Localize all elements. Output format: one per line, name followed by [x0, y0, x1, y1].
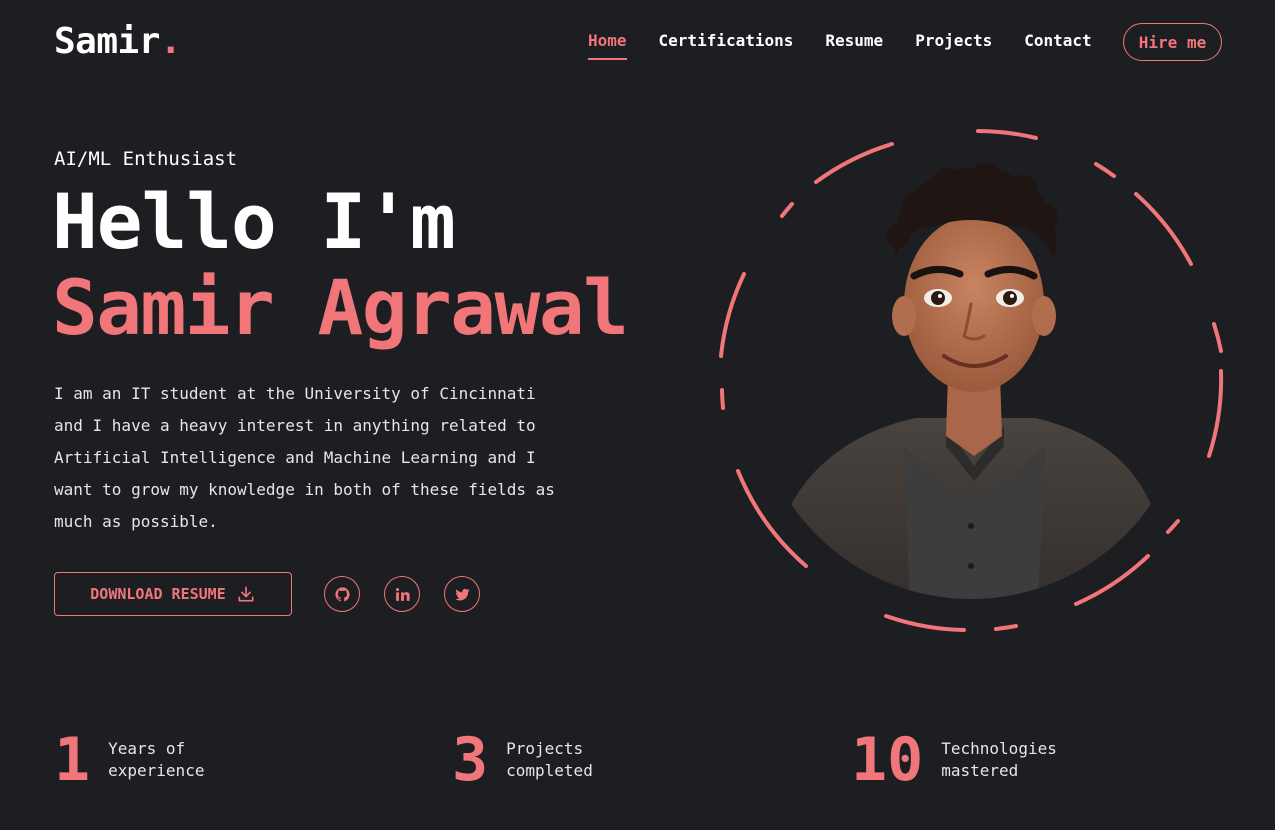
hero-greeting: Hello I'm — [52, 177, 456, 266]
twitter-link[interactable] — [444, 576, 480, 612]
site-header: Samir. Home Certifications Resume Projec… — [0, 0, 1275, 86]
logo-dot: . — [159, 21, 182, 62]
stat-projects: 3 Projects completed — [452, 730, 636, 790]
hero-tagline: AI/ML Enthusiast — [54, 148, 238, 170]
download-resume-label: DOWNLOAD RESUME — [90, 585, 226, 603]
linkedin-link[interactable] — [384, 576, 420, 612]
download-resume-button[interactable]: DOWNLOAD RESUME — [54, 572, 292, 616]
nav-certifications[interactable]: Certifications — [659, 30, 794, 60]
hire-me-button[interactable]: Hire me — [1123, 23, 1222, 61]
nav-resume[interactable]: Resume — [825, 30, 883, 60]
hero-name: Samir Agrawal — [52, 263, 629, 352]
main-nav: Home Certifications Resume Projects Cont… — [588, 30, 1124, 60]
stat-value: 3 — [452, 725, 489, 795]
logo-text: Samir — [54, 21, 160, 62]
linkedin-icon — [395, 587, 410, 601]
stat-value: 1 — [54, 725, 91, 795]
logo[interactable]: Samir. — [54, 20, 182, 64]
stat-label: Years of experience — [108, 739, 205, 780]
download-icon — [238, 586, 254, 602]
stat-label: Projects completed — [506, 739, 593, 780]
hero-bio: I am an IT student at the University of … — [54, 384, 555, 531]
stat-experience: 1 Years of experience — [54, 730, 238, 790]
nav-contact[interactable]: Contact — [1024, 30, 1091, 60]
stat-value: 10 — [851, 725, 924, 795]
stat-technologies: 10 Technologies mastered — [851, 730, 1071, 790]
github-icon — [334, 586, 350, 601]
nav-home[interactable]: Home — [588, 30, 627, 60]
github-link[interactable] — [324, 576, 360, 612]
portrait — [719, 129, 1224, 632]
nav-projects[interactable]: Projects — [915, 30, 992, 60]
avatar-illustration — [776, 163, 1164, 599]
stat-label: Technologies mastered — [941, 739, 1057, 780]
twitter-icon — [454, 588, 470, 600]
